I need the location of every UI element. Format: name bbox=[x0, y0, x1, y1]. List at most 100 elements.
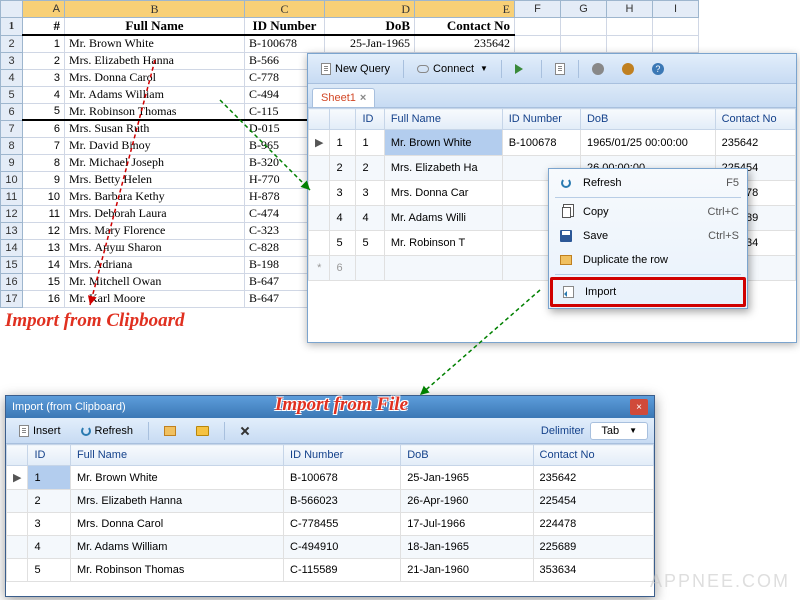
import-dialog: Import (from Clipboard) × Insert Refresh… bbox=[5, 395, 655, 597]
separator bbox=[578, 60, 579, 78]
separator bbox=[148, 422, 149, 440]
ctx-import-label: Import bbox=[585, 286, 616, 298]
col-header-d[interactable]: D bbox=[325, 1, 415, 18]
connect-label: Connect bbox=[433, 63, 474, 75]
header-fullname[interactable]: Full Name bbox=[65, 18, 245, 36]
ctx-import-highlight: Import bbox=[550, 277, 746, 307]
grid-header-contact[interactable]: Contact No bbox=[715, 109, 795, 130]
grid-header-name[interactable]: Full Name bbox=[384, 109, 502, 130]
save-icon bbox=[560, 230, 572, 242]
dlg-row[interactable]: ▶1Mr. Brown WhiteB-10067825-Jan-19652356… bbox=[7, 466, 654, 490]
query-tabbar: Sheet1 × bbox=[308, 84, 796, 108]
new-query-label: New Query bbox=[335, 63, 390, 75]
query-toolbar: New Query Connect ▼ ? bbox=[308, 54, 796, 84]
ctx-copy[interactable]: CopyCtrl+C bbox=[551, 200, 745, 224]
execute-button[interactable] bbox=[508, 60, 535, 78]
tab-label: Sheet1 bbox=[321, 92, 356, 104]
clear-button[interactable] bbox=[233, 422, 257, 440]
refresh-icon bbox=[561, 178, 571, 188]
dlg-header-dob[interactable]: DoB bbox=[401, 445, 533, 466]
insert-icon bbox=[19, 425, 29, 437]
chevron-down-icon: ▼ bbox=[480, 64, 488, 73]
data-header-row: 1 # Full Name ID Number DoB Contact No bbox=[1, 18, 699, 36]
dialog-grid: ID Full Name ID Number DoB Contact No ▶1… bbox=[6, 444, 654, 596]
annotation-file: Import from File bbox=[275, 394, 408, 416]
separator bbox=[501, 60, 502, 78]
delimiter-value: Tab bbox=[601, 425, 619, 437]
gear-icon bbox=[592, 63, 604, 75]
new-query-button[interactable]: New Query bbox=[314, 59, 397, 79]
ctx-import[interactable]: Import bbox=[553, 280, 743, 304]
header-dob[interactable]: DoB bbox=[325, 18, 415, 36]
chevron-down-icon: ▼ bbox=[629, 426, 637, 435]
gears-icon bbox=[622, 63, 634, 75]
header-num[interactable]: # bbox=[23, 18, 65, 36]
copy-icon bbox=[562, 207, 571, 218]
col-header-h[interactable]: H bbox=[607, 1, 653, 18]
help-button[interactable]: ? bbox=[645, 59, 671, 79]
col-header-a[interactable]: A bbox=[23, 1, 65, 18]
col-header-c[interactable]: C bbox=[245, 1, 325, 18]
refresh-button[interactable]: Refresh bbox=[74, 421, 141, 441]
insert-button[interactable]: Insert bbox=[12, 421, 68, 441]
document-icon bbox=[321, 63, 331, 75]
separator bbox=[541, 60, 542, 78]
grid-header-id[interactable]: ID bbox=[356, 109, 384, 130]
ctx-save-label: Save bbox=[583, 230, 608, 242]
help-icon: ? bbox=[652, 63, 664, 75]
dlg-row[interactable]: 4Mr. Adams WilliamC-49491018-Jan-1965225… bbox=[7, 536, 654, 559]
dlg-header-idnum[interactable]: ID Number bbox=[284, 445, 401, 466]
excel-row[interactable]: 2 1 Mr. Brown White B-100678 25-Jan-1965… bbox=[1, 35, 699, 52]
annotation-clipboard: Import from Clipboard bbox=[5, 310, 184, 332]
duplicate-icon bbox=[560, 255, 572, 265]
clipboard-icon bbox=[164, 426, 176, 436]
x-icon bbox=[240, 426, 250, 436]
connect-button[interactable]: Connect ▼ bbox=[410, 59, 495, 79]
tab-close-icon[interactable]: × bbox=[360, 92, 366, 104]
dialog-close-button[interactable]: × bbox=[630, 399, 648, 415]
open-button[interactable] bbox=[189, 422, 216, 440]
col-header-f[interactable]: F bbox=[515, 1, 561, 18]
paste-button[interactable] bbox=[157, 422, 183, 440]
header-idnumber[interactable]: ID Number bbox=[245, 18, 325, 36]
chain-icon bbox=[417, 65, 429, 73]
options-button[interactable] bbox=[615, 59, 641, 79]
delimiter-label: Delimiter bbox=[541, 425, 584, 437]
ctx-save[interactable]: SaveCtrl+S bbox=[551, 224, 745, 248]
settings-button[interactable] bbox=[585, 59, 611, 79]
ctx-dup-label: Duplicate the row bbox=[583, 254, 668, 266]
grid-header-dob[interactable]: DoB bbox=[580, 109, 715, 130]
col-header-g[interactable]: G bbox=[561, 1, 607, 18]
dlg-header-id[interactable]: ID bbox=[28, 445, 70, 466]
dlg-row[interactable]: 5Mr. Robinson ThomasC-11558921-Jan-19603… bbox=[7, 559, 654, 582]
header-contact[interactable]: Contact No bbox=[415, 18, 515, 36]
folder-icon bbox=[196, 426, 209, 436]
separator bbox=[403, 60, 404, 78]
separator bbox=[555, 197, 741, 198]
delimiter-select[interactable]: Tab ▼ bbox=[590, 422, 648, 440]
ctx-copy-label: Copy bbox=[583, 206, 609, 218]
watermark: APPNEE.COM bbox=[650, 571, 790, 592]
separator bbox=[555, 274, 741, 275]
col-header-i[interactable]: I bbox=[653, 1, 699, 18]
grid-header-idnum[interactable]: ID Number bbox=[502, 109, 580, 130]
col-header-e[interactable]: E bbox=[415, 1, 515, 18]
refresh-label: Refresh bbox=[95, 425, 134, 437]
dlg-header-name[interactable]: Full Name bbox=[70, 445, 283, 466]
dlg-header-contact[interactable]: Contact No bbox=[533, 445, 653, 466]
ctx-duplicate[interactable]: Duplicate the row bbox=[551, 248, 745, 272]
tab-sheet1[interactable]: Sheet1 × bbox=[312, 88, 375, 107]
sheet-icon bbox=[555, 63, 565, 75]
refresh-icon bbox=[81, 426, 91, 436]
grid-header-row: ID Full Name ID Number DoB Contact No bbox=[309, 109, 796, 130]
dlg-row[interactable]: 3Mrs. Donna CarolC-77845517-Jul-19662244… bbox=[7, 513, 654, 536]
import-icon bbox=[563, 286, 574, 298]
ctx-refresh[interactable]: RefreshF5 bbox=[551, 171, 745, 195]
dlg-row[interactable]: 2Mrs. Elizabeth HannaB-56602326-Apr-1960… bbox=[7, 490, 654, 513]
grid-row[interactable]: ▶11Mr. Brown WhiteB-1006781965/01/25 00:… bbox=[309, 130, 796, 156]
col-header-b[interactable]: B bbox=[65, 1, 245, 18]
separator bbox=[224, 422, 225, 440]
ctx-refresh-key: F5 bbox=[726, 177, 739, 189]
insert-label: Insert bbox=[33, 425, 61, 437]
toolbar-button-1[interactable] bbox=[548, 59, 572, 79]
